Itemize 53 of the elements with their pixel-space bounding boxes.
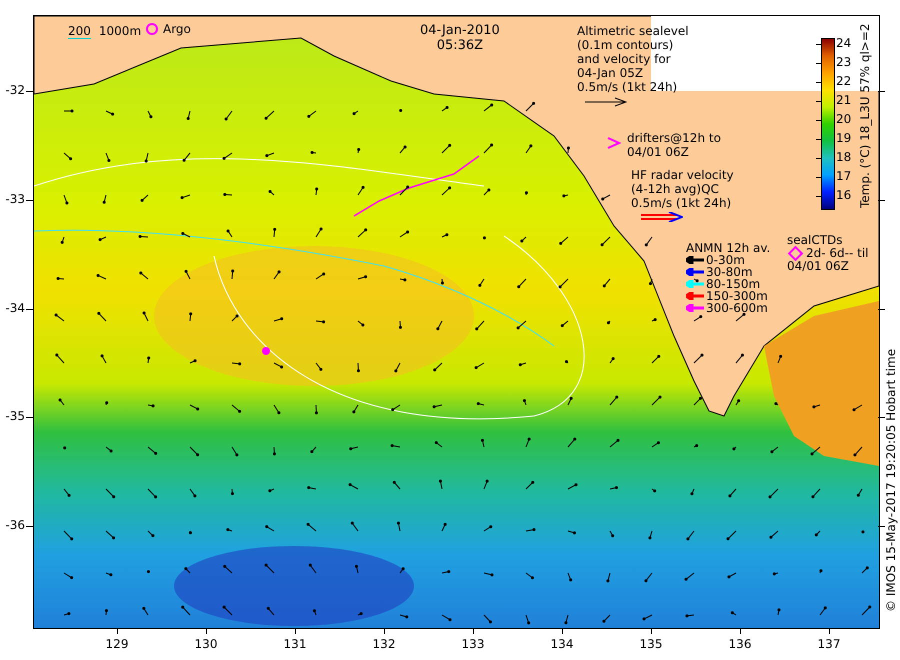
latitude-label: -36 bbox=[4, 518, 25, 532]
depth-range-label: 0-30m bbox=[706, 254, 745, 266]
map-date: 04-Jan-2010 bbox=[420, 23, 500, 38]
depth-range-label: 80-150m bbox=[706, 278, 760, 290]
latitude-label: -33 bbox=[4, 192, 25, 206]
colorbar-label: 24 bbox=[836, 36, 852, 50]
latitude-label: -32 bbox=[4, 83, 25, 97]
longitude-label: 129 bbox=[104, 637, 130, 651]
contour-legend-label: 1000m bbox=[98, 24, 142, 39]
colorbar-label: 17 bbox=[836, 168, 852, 183]
longitude-label: 134 bbox=[550, 637, 574, 651]
colorbar-label: 23 bbox=[836, 55, 852, 70]
longitude-label: 130 bbox=[194, 637, 218, 651]
colorbar-label: 19 bbox=[836, 130, 852, 145]
depth-range-label: 300-600m bbox=[706, 302, 768, 314]
hf-radar-legend-line: 0.5m/s (1kt 24h) bbox=[631, 196, 732, 210]
circle-icon bbox=[146, 23, 158, 35]
longitude-label: 136 bbox=[728, 637, 752, 651]
credit-text: © IMOS 15-May-2017 19:20:05 Hobart time bbox=[884, 348, 898, 612]
longitude-label: 132 bbox=[372, 637, 396, 651]
seal-legend-line: 2d- 6d-- til bbox=[806, 247, 868, 260]
longitude-label: 137 bbox=[816, 637, 842, 651]
altimetry-legend-line: and velocity for bbox=[577, 52, 672, 66]
map-time: 05:36Z bbox=[436, 38, 484, 53]
colorbar-label: 21 bbox=[836, 93, 852, 108]
latitude-label: -34 bbox=[4, 300, 25, 314]
colorbar-title: Temp. (°C) 18_L3U 57% ql>=2 bbox=[858, 23, 872, 208]
seal-legend-title: sealCTDs bbox=[787, 234, 844, 247]
arrow-icon bbox=[641, 211, 683, 221]
altimetry-legend-line: (0.1m contours) bbox=[577, 38, 674, 52]
depth-range-label: 150-300m bbox=[706, 290, 768, 302]
hf-radar-legend-line: HF radar velocity bbox=[631, 168, 734, 182]
contour-legend-label: 200 bbox=[68, 24, 91, 39]
colorbar-label: 16 bbox=[836, 188, 852, 202]
longitude-label: 133 bbox=[460, 637, 486, 651]
seal-legend-line: 04/01 06Z bbox=[787, 260, 850, 273]
latitude-label: -35 bbox=[4, 409, 25, 424]
colorbar-label: 22 bbox=[836, 74, 852, 88]
altimetry-legend-line: 0.5m/s (1kt 24h) bbox=[577, 80, 678, 94]
colorbar-label: 18 bbox=[836, 150, 852, 164]
altimetry-legend-line: Altimetric sealevel bbox=[577, 24, 689, 38]
hf-radar-legend-line: (4-12h avg)QC bbox=[631, 182, 720, 196]
arrow-icon bbox=[585, 96, 627, 106]
depth-range-label: 30-80m bbox=[706, 266, 753, 278]
longitude-label: 135 bbox=[638, 637, 664, 651]
longitude-label: 131 bbox=[282, 637, 308, 651]
anmn-legend-title: ANMN 12h av. bbox=[686, 242, 770, 254]
argo-legend-label: Argo bbox=[163, 22, 191, 36]
colorbar-label: 20 bbox=[836, 112, 852, 126]
chevron-icon bbox=[607, 137, 621, 149]
drifters-legend-line: drifters@12h to bbox=[627, 131, 721, 145]
altimetry-legend-line: 04-Jan 05Z bbox=[577, 66, 644, 80]
drifters-legend-line: 04/01 06Z bbox=[627, 145, 690, 159]
